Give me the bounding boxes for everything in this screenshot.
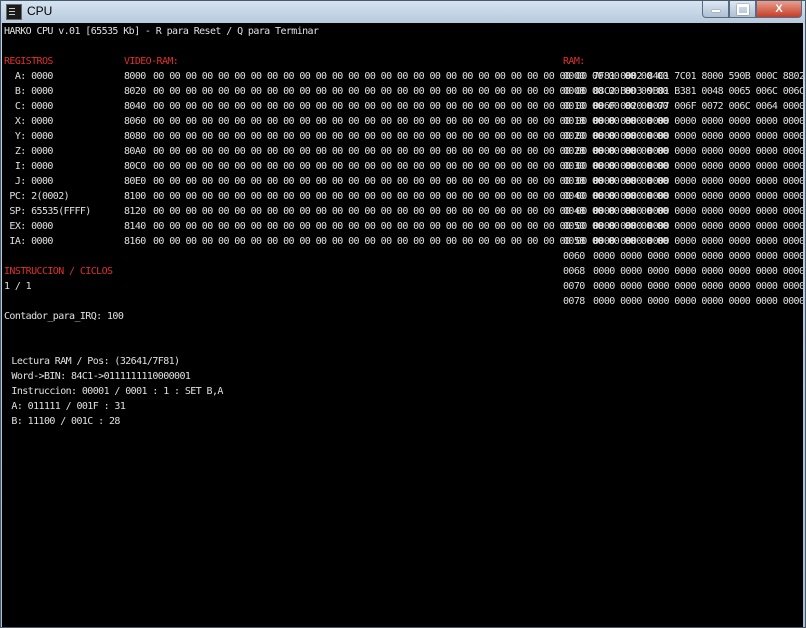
- vram-data: 00 00 00 00 00 00 00 00 00 00 00 00 00 0…: [153, 206, 669, 217]
- cpu-window: CPU X HARKO CPU v.01 [65535 Kb] - R para…: [0, 0, 806, 628]
- console-app-icon[interactable]: [6, 4, 22, 20]
- vram-address: 80A0: [124, 146, 146, 157]
- close-icon: X: [775, 3, 783, 15]
- ram-data: 0000 0000 0000 0000 0000 0000 0000 0000: [593, 191, 803, 202]
- register-line: C: 0000: [4, 101, 54, 112]
- irq-counter: Contador_para_IRQ: 100: [4, 311, 124, 322]
- register-line: Y: 0000: [4, 131, 54, 142]
- ram-title: RAM:: [563, 56, 585, 67]
- vram-address: 8080: [124, 131, 146, 142]
- instruction-cycles: 1 / 1: [4, 281, 32, 292]
- maximize-icon: [736, 4, 749, 15]
- ram-address: 0040: [563, 191, 585, 202]
- ram-address: 0008: [563, 86, 585, 97]
- ram-data: 0000 0000 0000 0000 0000 0000 0000 0000: [593, 176, 803, 187]
- vram-data: 00 00 00 00 00 00 00 00 00 00 00 00 00 0…: [153, 116, 669, 127]
- vram-address: 8140: [124, 221, 146, 232]
- close-button[interactable]: X: [756, 1, 802, 18]
- header-line: HARKO CPU v.01 [65535 Kb] - R para Reset…: [4, 26, 319, 37]
- ram-address: 0050: [563, 221, 585, 232]
- debug-line: B: 11100 / 001C : 28: [6, 416, 120, 427]
- register-line: Z: 0000: [4, 146, 54, 157]
- ram-address: 0000: [563, 71, 585, 82]
- vram-data: 00 00 00 00 00 00 00 00 00 00 00 00 00 0…: [153, 71, 669, 82]
- ram-data: 0000 0000 0000 0000 0000 0000 0000 0000: [593, 116, 803, 127]
- vram-address: 8000: [124, 71, 146, 82]
- vram-data: 00 00 00 00 00 00 00 00 00 00 00 00 00 0…: [153, 101, 669, 112]
- vram-address: 8160: [124, 236, 146, 247]
- ram-address: 0048: [563, 206, 585, 217]
- ram-address: 0058: [563, 236, 585, 247]
- vram-address: 8060: [124, 116, 146, 127]
- ram-data: 0000 0000 0000 0000 0000 0000 0000 0000: [593, 296, 803, 307]
- ram-data: 0000 0000 0000 0000 0000 0000 0000 0000: [593, 131, 803, 142]
- ram-data: 0000 0000 0000 0000 0000 0000 0000 0000: [593, 146, 803, 157]
- register-line: A: 0000: [4, 71, 54, 82]
- debug-line: Lectura RAM / Pos: (32641/7F81): [6, 356, 180, 367]
- vram-address: 8120: [124, 206, 146, 217]
- ram-data: 0000 0000 0000 0000 0000 0000 0000 0000: [593, 281, 803, 292]
- ram-data: 006F 0020 0077 006F 0072 006C 0064 0000: [593, 101, 803, 112]
- minimize-icon: [711, 10, 720, 12]
- vram-data: 00 00 00 00 00 00 00 00 00 00 00 00 00 0…: [153, 191, 669, 202]
- vram-data: 00 00 00 00 00 00 00 00 00 00 00 00 00 0…: [153, 131, 669, 142]
- register-line: EX: 0000: [4, 221, 53, 232]
- ram-address: 0020: [563, 131, 585, 142]
- ram-address: 0010: [563, 101, 585, 112]
- ram-data: 7F81 0002 84C1 7C01 8000 590B 000C 8802: [593, 71, 803, 82]
- register-line: IA: 0000: [4, 236, 53, 247]
- ram-data: 0000 0000 0000 0000 0000 0000 0000 0000: [593, 251, 803, 262]
- debug-line: A: 011111 / 001F : 31: [6, 401, 126, 412]
- register-line: X: 0000: [4, 116, 54, 127]
- ram-data: 88C2 B0D3 9B81 B381 0048 0065 006C 006C: [593, 86, 803, 97]
- register-line: PC: 2(0002): [4, 191, 70, 202]
- vram-address: 80E0: [124, 176, 146, 187]
- ram-address: 0060: [563, 251, 585, 262]
- vram-address: 8100: [124, 191, 146, 202]
- console-output[interactable]: HARKO CPU v.01 [65535 Kb] - R para Reset…: [2, 23, 803, 627]
- title-bar[interactable]: CPU: [1, 1, 805, 23]
- ram-address: 0030: [563, 161, 585, 172]
- vram-data: 00 00 00 00 00 00 00 00 00 00 00 00 00 0…: [153, 236, 669, 247]
- ram-address: 0068: [563, 266, 585, 277]
- window-title: CPU: [27, 4, 53, 18]
- ram-data: 0000 0000 0000 0000 0000 0000 0000 0000: [593, 161, 803, 172]
- register-line: B: 0000: [4, 86, 54, 97]
- registers-title: REGISTROS: [4, 56, 53, 67]
- vram-data: 00 00 00 00 00 00 00 00 00 00 00 00 00 0…: [153, 86, 669, 97]
- ram-address: 0028: [563, 146, 585, 157]
- vram-data: 00 00 00 00 00 00 00 00 00 00 00 00 00 0…: [153, 221, 669, 232]
- ram-data: 0000 0000 0000 0000 0000 0000 0000 0000: [593, 221, 803, 232]
- vram-address: 80C0: [124, 161, 146, 172]
- ram-data: 0000 0000 0000 0000 0000 0000 0000 0000: [593, 206, 803, 217]
- minimize-button[interactable]: [702, 1, 729, 18]
- video-ram-title: VIDEO-RAM:: [124, 56, 179, 67]
- ram-address: 0038: [563, 176, 585, 187]
- debug-line: Word->BIN: 84C1->0111111110000001: [6, 371, 191, 382]
- vram-data: 00 00 00 00 00 00 00 00 00 00 00 00 00 0…: [153, 146, 669, 157]
- vram-address: 8020: [124, 86, 146, 97]
- vram-data: 00 00 00 00 00 00 00 00 00 00 00 00 00 0…: [153, 161, 669, 172]
- debug-line: Instruccion: 00001 / 0001 : 1 : SET B,A: [6, 386, 223, 397]
- maximize-button[interactable]: [729, 1, 756, 18]
- ram-data: 0000 0000 0000 0000 0000 0000 0000 0000: [593, 236, 803, 247]
- register-line: SP: 65535(FFFF): [4, 206, 91, 217]
- register-line: I: 0000: [4, 161, 54, 172]
- ram-address: 0070: [563, 281, 585, 292]
- ram-address: 0018: [563, 116, 585, 127]
- ram-address: 0078: [563, 296, 585, 307]
- vram-address: 8040: [124, 101, 146, 112]
- register-line: J: 0000: [4, 176, 54, 187]
- ram-data: 0000 0000 0000 0000 0000 0000 0000 0000: [593, 266, 803, 277]
- vram-data: 00 00 00 00 00 00 00 00 00 00 00 00 00 0…: [153, 176, 669, 187]
- instruction-title: INSTRUCCION / CICLOS: [4, 266, 113, 277]
